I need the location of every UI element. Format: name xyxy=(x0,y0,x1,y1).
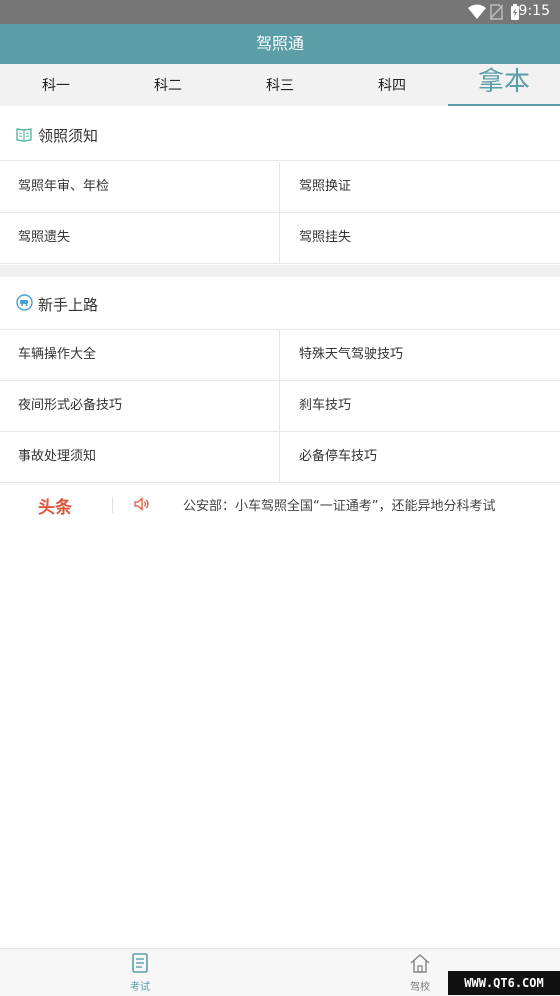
car-circle-icon xyxy=(16,294,33,315)
home-icon xyxy=(409,965,431,976)
headline-text[interactable]: 公安部：小车驾照全国“一证通考”，还能异地分科考试 xyxy=(183,495,495,514)
item-special-weather[interactable]: 特殊天气驾驶技巧 xyxy=(299,330,403,380)
section-title: 领照须知 xyxy=(38,125,98,146)
subject-tabs: 科一 科二 科三 科四 拿本 xyxy=(0,64,560,106)
item-parking[interactable]: 必备停车技巧 xyxy=(299,432,377,482)
item-license-lost[interactable]: 驾照遗失 xyxy=(18,213,70,263)
divider xyxy=(112,497,113,513)
nav-driving-school[interactable]: 驾校 xyxy=(390,953,450,993)
book-icon xyxy=(16,126,32,146)
tab-get-license[interactable]: 拿本 xyxy=(448,64,560,106)
no-sim-icon xyxy=(490,4,503,24)
grid-row: 事故处理须知 必备停车技巧 xyxy=(0,432,560,483)
item-annual-inspection[interactable]: 驾照年审、年检 xyxy=(18,162,109,212)
status-bar: 9:15 xyxy=(0,0,560,24)
divider xyxy=(279,381,280,431)
nav-driving-school-label: 驾校 xyxy=(390,978,450,993)
grid-row: 驾照遗失 驾照挂失 xyxy=(0,213,560,264)
nav-exam[interactable]: 考试 xyxy=(110,953,170,993)
item-license-renewal[interactable]: 驾照换证 xyxy=(299,162,351,212)
section-gap xyxy=(0,265,560,277)
tab-subject-2[interactable]: 科二 xyxy=(112,64,224,106)
site-watermark: WWW.QT6.COM xyxy=(448,971,560,995)
divider xyxy=(279,213,280,263)
section-new-driver: 新手上路 xyxy=(0,277,560,330)
headline-ticker[interactable]: 头条 公安部：小车驾照全国“一证通考”，还能异地分科考试 xyxy=(0,485,560,523)
item-vehicle-operation[interactable]: 车辆操作大全 xyxy=(18,330,96,380)
divider xyxy=(279,162,280,212)
speaker-icon xyxy=(134,496,150,515)
grid-row: 驾照年审、年检 驾照换证 xyxy=(0,162,560,213)
app-title: 驾照通 xyxy=(256,34,304,53)
grid-row: 夜间形式必备技巧 刹车技巧 xyxy=(0,381,560,432)
section-title: 新手上路 xyxy=(38,294,98,315)
nav-exam-label: 考试 xyxy=(110,978,170,993)
item-night-driving[interactable]: 夜间形式必备技巧 xyxy=(18,381,122,431)
wifi-icon xyxy=(468,4,486,24)
clock: 9:15 xyxy=(519,3,550,19)
item-license-report-loss[interactable]: 驾照挂失 xyxy=(299,213,351,263)
item-braking[interactable]: 刹车技巧 xyxy=(299,381,351,431)
divider xyxy=(279,432,280,482)
tab-subject-1[interactable]: 科一 xyxy=(0,64,112,106)
app-bar: 驾照通 xyxy=(0,24,560,64)
divider xyxy=(279,330,280,380)
grid-row: 车辆操作大全 特殊天气驾驶技巧 xyxy=(0,330,560,381)
tab-subject-3[interactable]: 科三 xyxy=(224,64,336,106)
section-license-notice: 领照须知 xyxy=(0,108,560,161)
tab-subject-4[interactable]: 科四 xyxy=(336,64,448,106)
item-accident-handling[interactable]: 事故处理须知 xyxy=(18,432,96,482)
headline-tag: 头条 xyxy=(38,493,72,518)
document-icon xyxy=(131,965,149,976)
